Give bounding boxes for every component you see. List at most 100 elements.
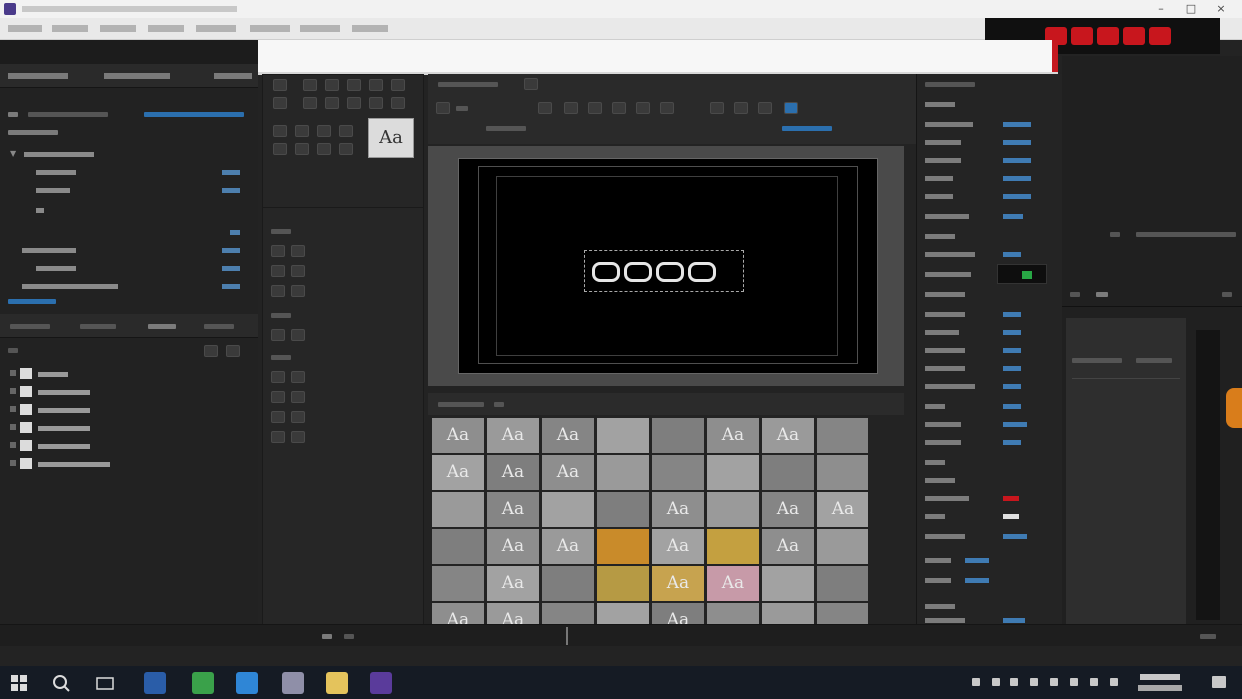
prop-row[interactable] xyxy=(925,510,1055,522)
prop-row[interactable] xyxy=(925,308,1055,320)
style-swatch[interactable] xyxy=(542,603,594,624)
style-swatch[interactable] xyxy=(597,455,649,490)
tree-row[interactable] xyxy=(10,262,250,276)
prop-row[interactable] xyxy=(925,530,1055,542)
tool-button[interactable] xyxy=(339,125,353,137)
tray-icon[interactable] xyxy=(1050,678,1058,686)
tree-row[interactable] xyxy=(10,204,250,218)
toolbar-button[interactable] xyxy=(660,102,674,114)
prop-row[interactable] xyxy=(925,118,1055,130)
tool-button[interactable] xyxy=(317,143,331,155)
tool-button[interactable] xyxy=(391,79,405,91)
toolbar-button[interactable] xyxy=(612,102,626,114)
prop-row[interactable] xyxy=(925,326,1055,338)
prop-row[interactable] xyxy=(925,172,1055,184)
tool-button[interactable] xyxy=(273,79,287,91)
prop-row[interactable] xyxy=(925,230,1055,242)
style-swatch[interactable] xyxy=(597,418,649,453)
prop-row[interactable] xyxy=(925,98,1055,110)
prop-row[interactable] xyxy=(925,554,1055,566)
prop-row[interactable] xyxy=(925,400,1055,412)
prop-row[interactable] xyxy=(925,492,1055,504)
align-button[interactable] xyxy=(271,329,285,341)
file-row[interactable] xyxy=(10,456,130,472)
style-swatch[interactable]: Aa xyxy=(432,455,484,490)
distribute-button[interactable] xyxy=(291,431,305,443)
tree-row[interactable] xyxy=(10,184,250,198)
style-swatch[interactable] xyxy=(652,455,704,490)
tray-icon[interactable] xyxy=(1010,678,1018,686)
style-swatch[interactable] xyxy=(652,418,704,453)
style-swatch[interactable] xyxy=(707,529,759,564)
distribute-button[interactable] xyxy=(291,411,305,423)
style-swatch[interactable]: Aa xyxy=(542,418,594,453)
style-swatch[interactable]: Aa xyxy=(487,455,539,490)
style-swatch[interactable] xyxy=(597,603,649,624)
style-swatch[interactable] xyxy=(762,455,814,490)
menu-item[interactable] xyxy=(196,25,236,32)
tool-button[interactable] xyxy=(369,79,383,91)
style-swatch[interactable] xyxy=(762,566,814,601)
grid-view-button[interactable] xyxy=(226,345,240,357)
style-swatch[interactable] xyxy=(597,492,649,527)
tray-icon[interactable] xyxy=(992,678,1000,686)
tool-button[interactable] xyxy=(295,125,309,137)
folder-icon[interactable] xyxy=(326,672,348,694)
menu-item[interactable] xyxy=(148,25,184,32)
style-swatch[interactable]: Aa xyxy=(652,529,704,564)
style-swatch[interactable]: Aa xyxy=(652,492,704,527)
prop-row[interactable] xyxy=(925,418,1055,430)
distribute-button[interactable] xyxy=(291,391,305,403)
toolbar-button[interactable] xyxy=(436,102,450,114)
tray-icon[interactable] xyxy=(1110,678,1118,686)
taskbar-app-active[interactable] xyxy=(370,672,392,694)
taskbar-app[interactable] xyxy=(144,672,166,694)
tool-button[interactable] xyxy=(303,97,317,109)
style-swatch[interactable]: Aa xyxy=(487,529,539,564)
tray-icon[interactable] xyxy=(1070,678,1078,686)
prop-row[interactable] xyxy=(925,288,1055,300)
style-swatch[interactable]: Aa xyxy=(707,418,759,453)
tool-button[interactable] xyxy=(295,143,309,155)
menu-item[interactable] xyxy=(8,25,42,32)
tree-row[interactable] xyxy=(10,166,250,180)
playhead[interactable] xyxy=(566,627,568,645)
prop-row[interactable] xyxy=(925,380,1055,392)
style-swatch[interactable] xyxy=(817,529,868,564)
toolbar-button[interactable] xyxy=(734,102,748,114)
minimize-icon[interactable]: – xyxy=(1150,2,1172,16)
file-row[interactable] xyxy=(10,366,130,382)
menu-item[interactable] xyxy=(300,25,340,32)
tool-button[interactable] xyxy=(273,143,287,155)
distribute-button[interactable] xyxy=(271,371,285,383)
style-swatch[interactable]: Aa xyxy=(762,418,814,453)
prop-row[interactable] xyxy=(925,362,1055,374)
toolbar-button[interactable] xyxy=(636,102,650,114)
style-swatch[interactable]: Aa xyxy=(542,529,594,564)
toolbar-button[interactable] xyxy=(758,102,772,114)
style-swatch[interactable] xyxy=(707,455,759,490)
toolbar-button[interactable] xyxy=(538,102,552,114)
tab-media[interactable] xyxy=(104,73,170,79)
prop-row[interactable] xyxy=(925,248,1055,260)
style-swatch[interactable] xyxy=(762,603,814,624)
tray-icon[interactable] xyxy=(1090,678,1098,686)
tool-button[interactable] xyxy=(273,125,287,137)
search-icon[interactable] xyxy=(50,672,72,694)
file-row[interactable] xyxy=(10,384,130,400)
style-swatch[interactable] xyxy=(542,492,594,527)
maximize-icon[interactable]: □ xyxy=(1180,2,1202,16)
prop-row[interactable] xyxy=(925,474,1055,486)
style-swatch[interactable]: Aa xyxy=(542,455,594,490)
tool-button[interactable] xyxy=(273,97,287,109)
prop-row[interactable] xyxy=(925,600,1055,612)
style-swatch[interactable]: Aa xyxy=(652,603,704,624)
distribute-button[interactable] xyxy=(291,371,305,383)
align-button[interactable] xyxy=(291,265,305,277)
file-row[interactable] xyxy=(10,402,130,418)
file-row[interactable] xyxy=(10,420,130,436)
taskbar-app[interactable] xyxy=(282,672,304,694)
title-text[interactable] xyxy=(592,258,737,284)
prop-row[interactable] xyxy=(925,154,1055,166)
prop-row[interactable] xyxy=(925,456,1055,468)
